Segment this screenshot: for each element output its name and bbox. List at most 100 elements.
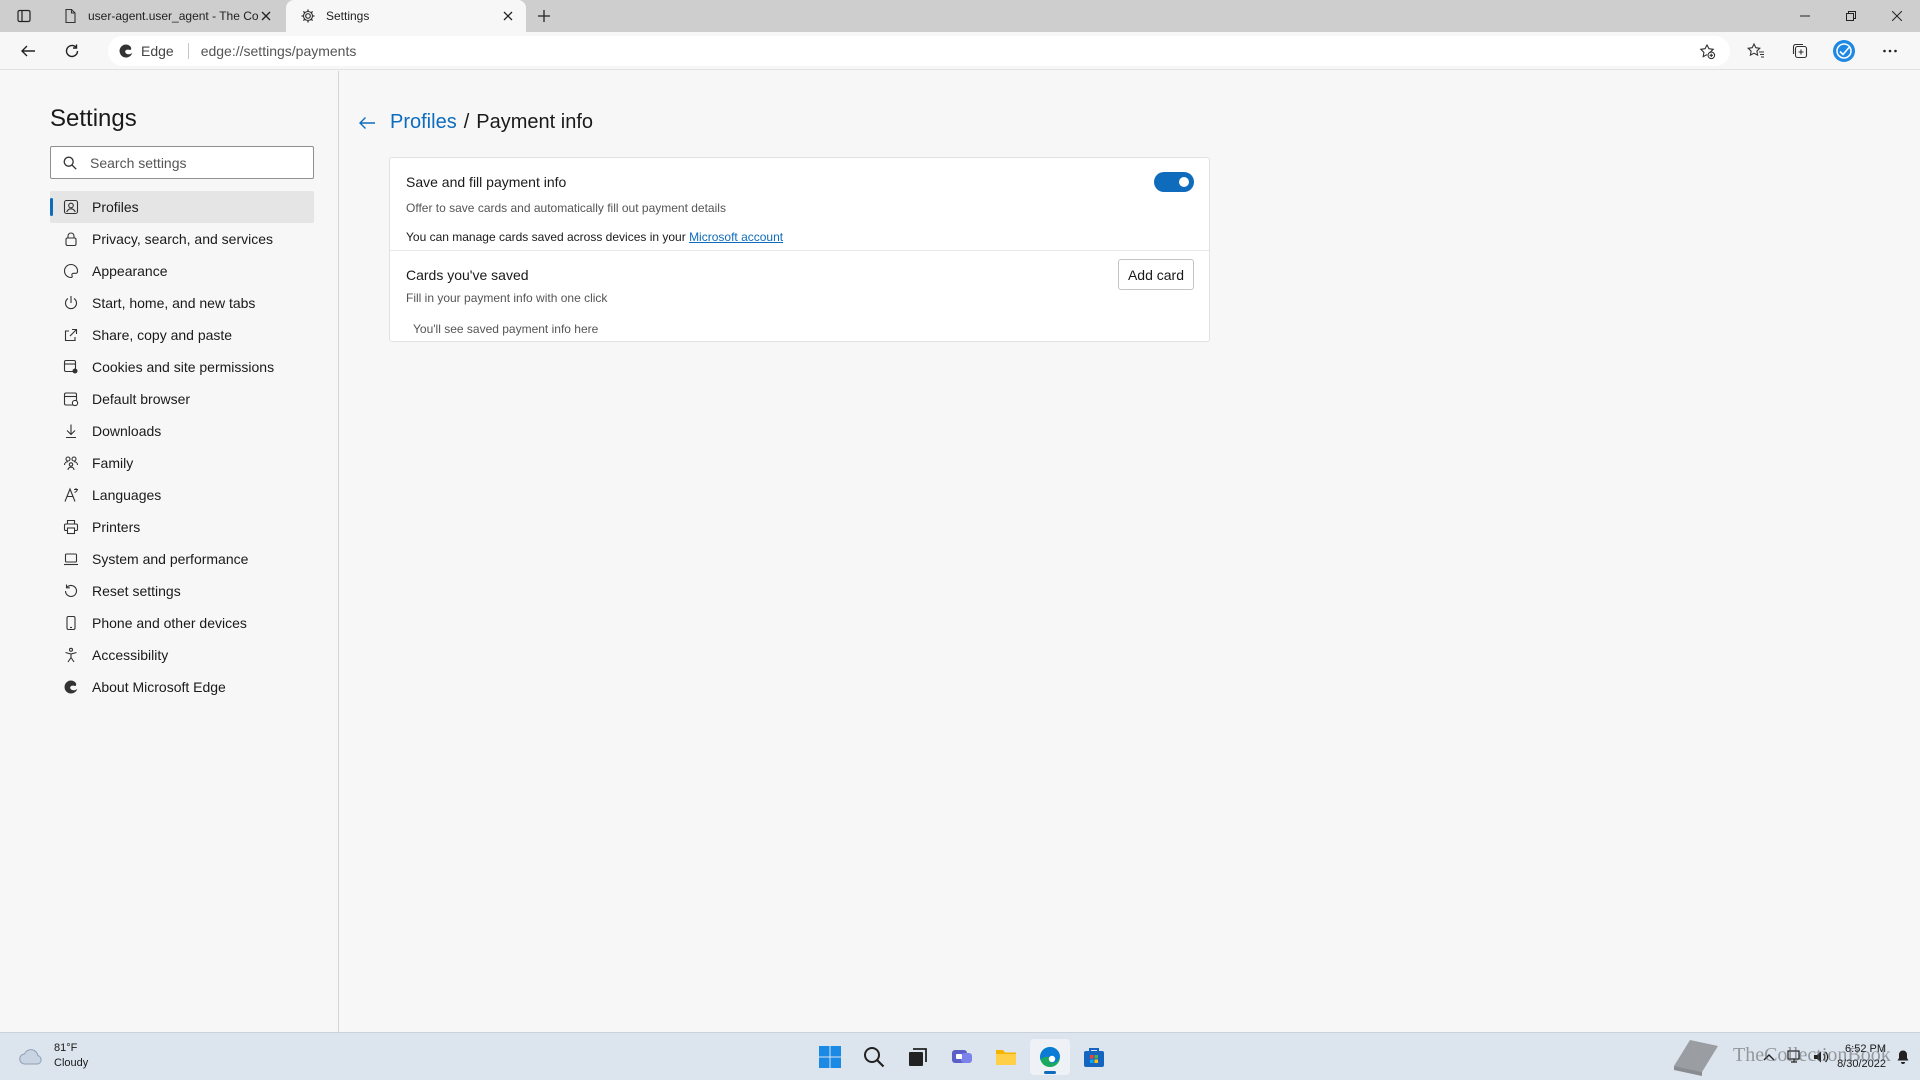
search-icon xyxy=(63,156,77,170)
sidebar-item-reset[interactable]: Reset settings xyxy=(50,575,314,607)
breadcrumb-profiles-link[interactable]: Profiles xyxy=(390,111,457,134)
cloud-icon xyxy=(19,1049,42,1065)
minimize-icon xyxy=(1800,15,1810,17)
volume-button[interactable] xyxy=(1813,1050,1829,1064)
breadcrumb: Profiles / Payment info xyxy=(358,111,593,134)
sidebar-item-label: About Microsoft Edge xyxy=(92,679,226,695)
browser-icon xyxy=(63,391,79,407)
tab-strip: user-agent.user_agent - The Coll Setting… xyxy=(0,0,1920,32)
back-to-profiles-button[interactable] xyxy=(358,115,376,131)
search-input[interactable] xyxy=(90,154,290,171)
store-button[interactable] xyxy=(1074,1039,1114,1075)
task-view-button[interactable] xyxy=(898,1039,938,1075)
edge-taskbar-button[interactable] xyxy=(1030,1039,1070,1075)
phone-icon xyxy=(63,615,79,631)
close-icon xyxy=(503,11,513,21)
tab-settings[interactable]: Settings xyxy=(286,0,526,32)
tab-user-agent[interactable]: user-agent.user_agent - The Coll xyxy=(48,0,284,32)
back-arrow-icon xyxy=(21,45,35,57)
address-toolbar: Edge edge://settings/payments xyxy=(0,32,1920,70)
start-button[interactable] xyxy=(810,1039,850,1075)
address-separator xyxy=(187,43,189,59)
url-text: edge://settings/payments xyxy=(200,43,357,59)
back-button[interactable] xyxy=(14,37,42,65)
tab-actions-button[interactable] xyxy=(0,0,48,32)
plus-icon xyxy=(538,10,550,22)
network-icon xyxy=(1787,1050,1800,1063)
toggle-knob xyxy=(1179,177,1189,187)
sidebar-item-family[interactable]: Family xyxy=(50,447,314,479)
tab-close-button[interactable] xyxy=(258,8,274,24)
favorites-icon xyxy=(1747,42,1764,58)
share-icon xyxy=(63,327,79,343)
tab-close-button[interactable] xyxy=(500,8,516,24)
sidebar-item-label: Appearance xyxy=(92,263,168,279)
search-taskbar-button[interactable] xyxy=(854,1039,894,1075)
save-fill-toggle[interactable] xyxy=(1154,172,1194,192)
gear-icon xyxy=(301,9,315,23)
taskbar: 81°F Cloudy 6:52 PM 8/30/2022 xyxy=(0,1032,1920,1080)
download-icon xyxy=(63,423,79,439)
settings-main: Profiles / Payment info Save and fill pa… xyxy=(340,71,1920,1032)
weather-condition: Cloudy xyxy=(54,1057,89,1069)
sidebar-item-default-browser[interactable]: Default browser xyxy=(50,383,314,415)
profile-icon xyxy=(63,199,79,215)
add-favorite-button[interactable] xyxy=(1699,43,1716,60)
saved-cards-title: Cards you've saved xyxy=(406,267,529,283)
sidebar-item-printers[interactable]: Printers xyxy=(50,511,314,543)
clock[interactable]: 6:52 PM 8/30/2022 xyxy=(1837,1042,1886,1072)
refresh-button[interactable] xyxy=(58,37,86,65)
save-fill-section: Save and fill payment info Offer to save… xyxy=(390,158,1209,251)
sidebar-item-label: Cookies and site permissions xyxy=(92,359,275,375)
new-tab-button[interactable] xyxy=(526,0,562,32)
sidebar-title: Settings xyxy=(50,105,137,132)
settings-more-button[interactable] xyxy=(1876,37,1904,65)
sidebar-item-about[interactable]: About Microsoft Edge xyxy=(50,671,314,703)
cookies-icon xyxy=(63,359,79,375)
edge-icon xyxy=(1040,1046,1060,1067)
collections-icon xyxy=(1792,43,1808,59)
notification-bell-icon xyxy=(1897,1050,1909,1064)
clock-date: 8/30/2022 xyxy=(1837,1058,1886,1070)
collections-button[interactable] xyxy=(1786,37,1814,65)
sidebar-item-downloads[interactable]: Downloads xyxy=(50,415,314,447)
file-explorer-button[interactable] xyxy=(986,1039,1026,1075)
restore-icon xyxy=(1846,11,1856,21)
appearance-icon xyxy=(63,263,79,279)
saved-cards-section: Cards you've saved Fill in your payment … xyxy=(390,251,1209,341)
chat-icon xyxy=(952,1050,972,1063)
sidebar-item-privacy[interactable]: Privacy, search, and services xyxy=(50,223,314,255)
volume-icon xyxy=(1814,1051,1829,1063)
notifications-button[interactable] xyxy=(1896,1049,1910,1065)
sidebar-item-system[interactable]: System and performance xyxy=(50,543,314,575)
tray-overflow-button[interactable] xyxy=(1763,1052,1775,1062)
teams-chat-button[interactable] xyxy=(942,1039,982,1075)
sidebar-item-languages[interactable]: Languages xyxy=(50,479,314,511)
sidebar-item-phone[interactable]: Phone and other devices xyxy=(50,607,314,639)
close-icon xyxy=(1892,11,1902,21)
printer-icon xyxy=(63,519,79,535)
restore-button[interactable] xyxy=(1828,0,1874,32)
sidebar-item-appearance[interactable]: Appearance xyxy=(50,255,314,287)
sidebar-item-share[interactable]: Share, copy and paste xyxy=(50,319,314,351)
store-icon xyxy=(1084,1048,1104,1067)
address-bar[interactable]: Edge edge://settings/payments xyxy=(108,36,1730,66)
sidebar-item-label: Accessibility xyxy=(92,647,169,663)
page-icon xyxy=(65,8,76,24)
sidebar-item-accessibility[interactable]: Accessibility xyxy=(50,639,314,671)
weather-widget[interactable]: 81°F Cloudy xyxy=(18,1041,88,1071)
search-box[interactable] xyxy=(50,146,314,179)
sidebar-item-label: Downloads xyxy=(92,423,162,439)
minimize-button[interactable] xyxy=(1782,0,1828,32)
network-button[interactable] xyxy=(1787,1050,1803,1064)
manage-note-text: You can manage cards saved across device… xyxy=(406,230,686,244)
sidebar-item-cookies[interactable]: Cookies and site permissions xyxy=(50,351,314,383)
profile-button[interactable] xyxy=(1830,37,1858,65)
page-title: Payment info xyxy=(476,111,593,133)
favorites-button[interactable] xyxy=(1742,37,1770,65)
sidebar-item-start-home[interactable]: Start, home, and new tabs xyxy=(50,287,314,319)
microsoft-account-link[interactable]: Microsoft account xyxy=(689,230,783,244)
add-card-button[interactable]: Add card xyxy=(1118,259,1194,290)
sidebar-item-profiles[interactable]: Profiles xyxy=(50,191,314,223)
close-window-button[interactable] xyxy=(1874,0,1920,32)
